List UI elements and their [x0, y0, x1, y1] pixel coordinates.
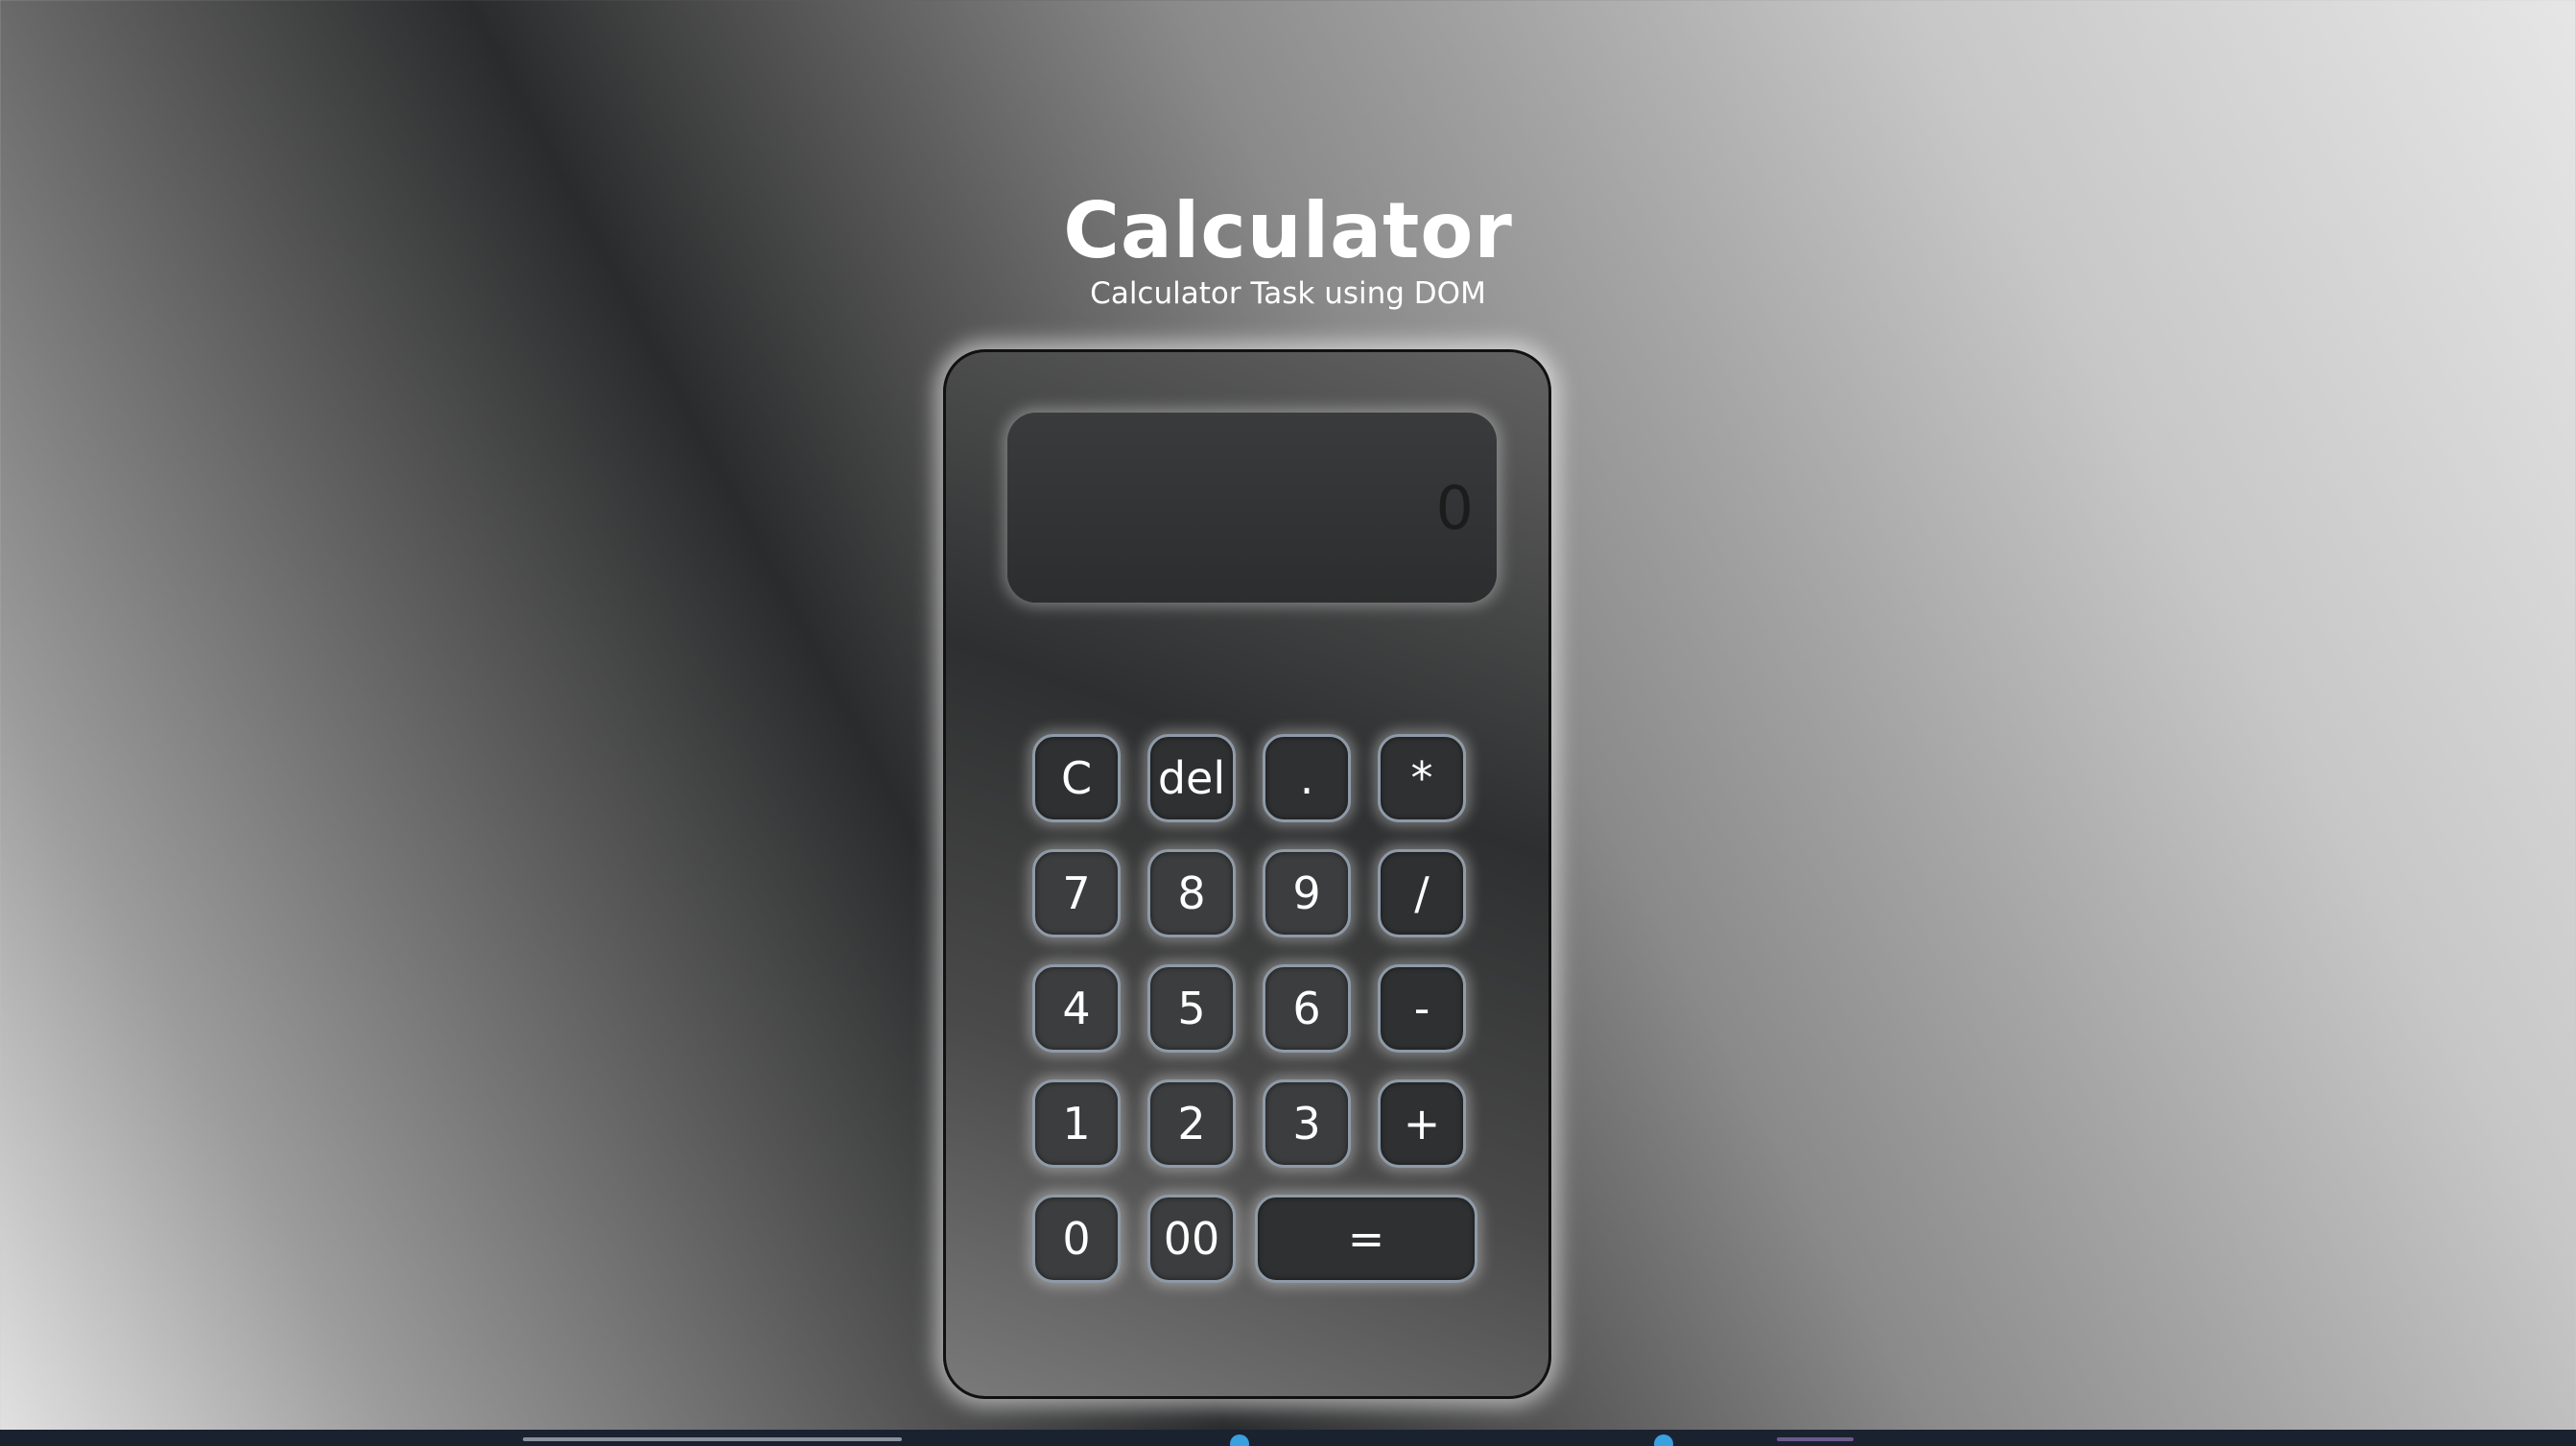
- digit-3-button[interactable]: 3: [1263, 1079, 1351, 1168]
- taskbar-search-bar[interactable]: [523, 1437, 902, 1441]
- taskbar-app-icon[interactable]: [1230, 1434, 1249, 1446]
- delete-button[interactable]: del: [1147, 734, 1236, 822]
- equals-button[interactable]: =: [1255, 1195, 1477, 1283]
- add-button[interactable]: +: [1378, 1079, 1466, 1168]
- digit-2-button[interactable]: 2: [1147, 1079, 1236, 1168]
- digit-0-button[interactable]: 0: [1032, 1195, 1121, 1283]
- calculator-display: 0: [1007, 413, 1497, 603]
- taskbar: [0, 1430, 2576, 1446]
- clear-button[interactable]: C: [1032, 734, 1121, 822]
- digit-6-button[interactable]: 6: [1263, 964, 1351, 1053]
- digit-7-button[interactable]: 7: [1032, 849, 1121, 937]
- double-zero-button[interactable]: 00: [1147, 1195, 1236, 1283]
- digit-9-button[interactable]: 9: [1263, 849, 1351, 937]
- decimal-button[interactable]: .: [1263, 734, 1351, 822]
- subtract-button[interactable]: -: [1378, 964, 1466, 1053]
- page-title: Calculator: [1063, 185, 1513, 275]
- page-subtitle: Calculator Task using DOM: [1090, 276, 1486, 311]
- digit-1-button[interactable]: 1: [1032, 1079, 1121, 1168]
- digit-8-button[interactable]: 8: [1147, 849, 1236, 937]
- digit-4-button[interactable]: 4: [1032, 964, 1121, 1053]
- taskbar-app-icon[interactable]: [1654, 1434, 1673, 1446]
- calculator-body: 0 C del . * 7 8 9 / 4 5 6 - 1 2 3 + 0 00…: [943, 349, 1551, 1399]
- display-value: 0: [1435, 472, 1474, 543]
- digit-5-button[interactable]: 5: [1147, 964, 1236, 1053]
- multiply-button[interactable]: *: [1378, 734, 1466, 822]
- taskbar-active-app[interactable]: [1777, 1437, 1854, 1441]
- divide-button[interactable]: /: [1378, 849, 1466, 937]
